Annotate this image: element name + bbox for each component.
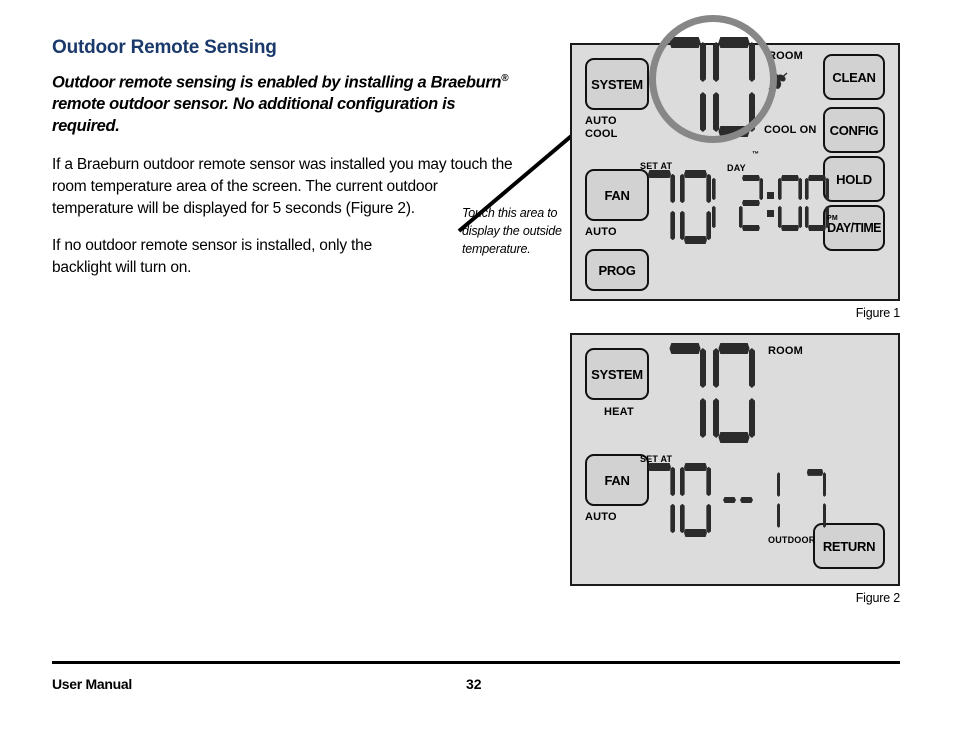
outdoor-temperature-display[interactable] bbox=[777, 469, 826, 531]
system-mode-label: AUTO COOL bbox=[585, 115, 618, 140]
system-mode-label: HEAT bbox=[604, 406, 634, 418]
clean-button[interactable]: CLEAN bbox=[823, 54, 885, 100]
outdoor-label: OUTDOOR bbox=[768, 535, 816, 545]
highlight-circle-icon bbox=[649, 15, 777, 143]
system-button[interactable]: SYSTEM bbox=[585, 58, 649, 110]
fan-button[interactable]: FAN bbox=[585, 169, 649, 221]
room-label: ROOM bbox=[768, 345, 804, 357]
footer-divider bbox=[52, 661, 900, 664]
set-temp-digit bbox=[680, 170, 711, 244]
day-label: DAY bbox=[727, 163, 746, 173]
figure-one-caption: Figure 1 bbox=[855, 306, 900, 320]
time-digit bbox=[805, 175, 829, 231]
page-number: 32 bbox=[466, 676, 482, 692]
set-temperature-display[interactable] bbox=[644, 463, 711, 537]
text-column: Outdoor Remote Sensing Outdoor remote se… bbox=[52, 37, 522, 294]
room-temp-digit bbox=[664, 343, 706, 443]
outdoor-temp-digit bbox=[777, 469, 799, 531]
set-temp-digit bbox=[644, 463, 675, 537]
room-temp-digit bbox=[713, 343, 755, 443]
hold-button[interactable]: HOLD bbox=[823, 156, 885, 202]
room-temperature-display[interactable] bbox=[664, 343, 755, 443]
prog-button[interactable]: PROG bbox=[585, 249, 649, 291]
system-button[interactable]: SYSTEM bbox=[585, 348, 649, 400]
page-title: Outdoor Remote Sensing bbox=[52, 37, 277, 58]
time-display[interactable] bbox=[712, 175, 829, 231]
footer-label: User Manual bbox=[52, 676, 132, 692]
callout-annotation: Touch this area to display the outside t… bbox=[462, 206, 562, 256]
fan-mode-label: AUTO bbox=[585, 511, 617, 523]
thermostat-panel-two: SYSTEM HEAT FAN AUTO RETURN ROOM SET AT bbox=[570, 333, 900, 586]
set-temp-digit bbox=[644, 170, 675, 244]
set-temp-digit bbox=[680, 463, 711, 537]
intro-line-one: Outdoor remote sensing is enabled by ins… bbox=[52, 73, 502, 92]
intro-line-two: remote outdoor sensor. No additional con… bbox=[52, 95, 456, 135]
config-button[interactable]: CONFIG bbox=[823, 107, 885, 153]
time-digit bbox=[778, 175, 802, 231]
body-paragraph-two: If no outdoor remote sensor is installed… bbox=[52, 236, 372, 276]
registered-mark: ® bbox=[501, 72, 509, 84]
figure-one: SYSTEM AUTO COOL FAN AUTO PROG CLEAN CON… bbox=[570, 15, 900, 320]
cool-on-label: COOL ON bbox=[764, 124, 817, 136]
outdoor-prefix-display bbox=[723, 497, 753, 503]
outdoor-temp-digit bbox=[804, 469, 826, 531]
figure-two: SYSTEM HEAT FAN AUTO RETURN ROOM SET AT bbox=[570, 333, 900, 605]
set-temperature-display[interactable] bbox=[644, 170, 711, 244]
thermostat-panel-one: SYSTEM AUTO COOL FAN AUTO PROG CLEAN CON… bbox=[570, 15, 900, 301]
body-paragraph-one: If a Braeburn outdoor remote sensor was … bbox=[52, 155, 513, 217]
figure-two-caption: Figure 2 bbox=[855, 591, 900, 605]
time-digit bbox=[739, 175, 763, 231]
pm-label: PM bbox=[827, 215, 838, 222]
daytime-button[interactable]: DAY/TIME bbox=[823, 205, 885, 251]
intro-paragraph: Outdoor remote sensing is enabled by ins… bbox=[52, 72, 522, 138]
time-digit bbox=[712, 175, 736, 231]
trademark-label: ™ bbox=[752, 151, 760, 158]
time-colon-icon bbox=[766, 175, 775, 231]
fan-mode-label: AUTO bbox=[585, 226, 617, 238]
